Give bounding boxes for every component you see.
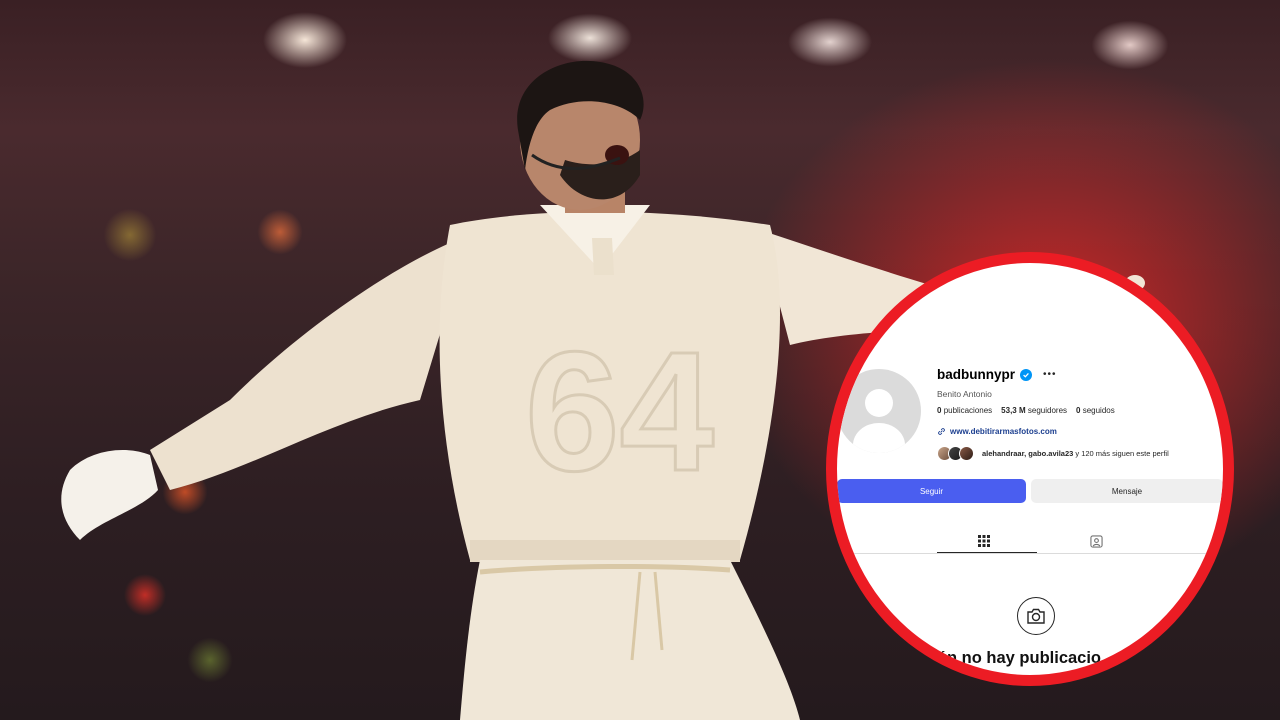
tagged-icon bbox=[1089, 534, 1103, 548]
username: badbunnypr bbox=[937, 367, 1015, 382]
camera-icon bbox=[1017, 597, 1055, 635]
tab-tagged[interactable] bbox=[1088, 533, 1104, 549]
follower-avatar bbox=[959, 446, 974, 461]
followed-by-rest: y 120 más siguen este perfil bbox=[1073, 449, 1169, 458]
posts-count: 0 bbox=[937, 406, 942, 415]
username-row: badbunnypr ••• bbox=[937, 367, 1057, 382]
posts-stat: 0 publicaciones bbox=[937, 406, 992, 415]
tabs-divider bbox=[837, 553, 1223, 554]
followers-count: 53,3 M bbox=[1001, 406, 1026, 415]
following-count: 0 bbox=[1076, 406, 1081, 415]
highlight-ring: badbunnypr ••• Benito Antonio 0 publicac… bbox=[826, 252, 1234, 686]
posts-label: publicaciones bbox=[943, 406, 993, 415]
full-name: Benito Antonio bbox=[937, 389, 992, 399]
avatar-placeholder-body bbox=[853, 423, 905, 453]
followed-by[interactable]: alehandraar, gabo.avila23 y 120 más sigu… bbox=[937, 446, 1169, 461]
verified-badge-icon bbox=[1020, 368, 1032, 381]
followers-label: seguidores bbox=[1027, 406, 1068, 415]
tab-posts[interactable] bbox=[976, 533, 992, 549]
followed-by-text: alehandraar, gabo.avila23 y 120 más sigu… bbox=[982, 449, 1169, 458]
svg-text:64: 64 bbox=[525, 317, 714, 507]
instagram-profile-card: badbunnypr ••• Benito Antonio 0 publicac… bbox=[837, 263, 1223, 675]
grid-icon bbox=[978, 535, 990, 547]
followed-by-names: alehandraar, gabo.avila23 bbox=[982, 449, 1074, 458]
following-label: seguidos bbox=[1082, 406, 1115, 415]
follow-button[interactable]: Seguir bbox=[837, 479, 1026, 503]
profile-link[interactable]: www.debitirarmasfotos.com bbox=[937, 427, 1057, 436]
profile-stats: 0 publicaciones 53,3 M seguidores 0 segu… bbox=[937, 406, 1115, 415]
empty-posts-title: Aún no hay publicacio bbox=[925, 649, 1102, 667]
message-button[interactable]: Mensaje bbox=[1031, 479, 1223, 503]
active-tab-indicator bbox=[937, 552, 1037, 553]
follower-avatars bbox=[937, 446, 974, 461]
link-icon bbox=[938, 428, 945, 435]
more-options-icon[interactable]: ••• bbox=[1043, 369, 1057, 380]
followers-stat[interactable]: 53,3 M seguidores bbox=[1001, 406, 1067, 415]
avatar-placeholder-head bbox=[865, 389, 893, 417]
profile-avatar[interactable] bbox=[837, 369, 921, 453]
profile-link-text: www.debitirarmasfotos.com bbox=[950, 427, 1057, 436]
following-stat[interactable]: 0 seguidos bbox=[1076, 406, 1115, 415]
